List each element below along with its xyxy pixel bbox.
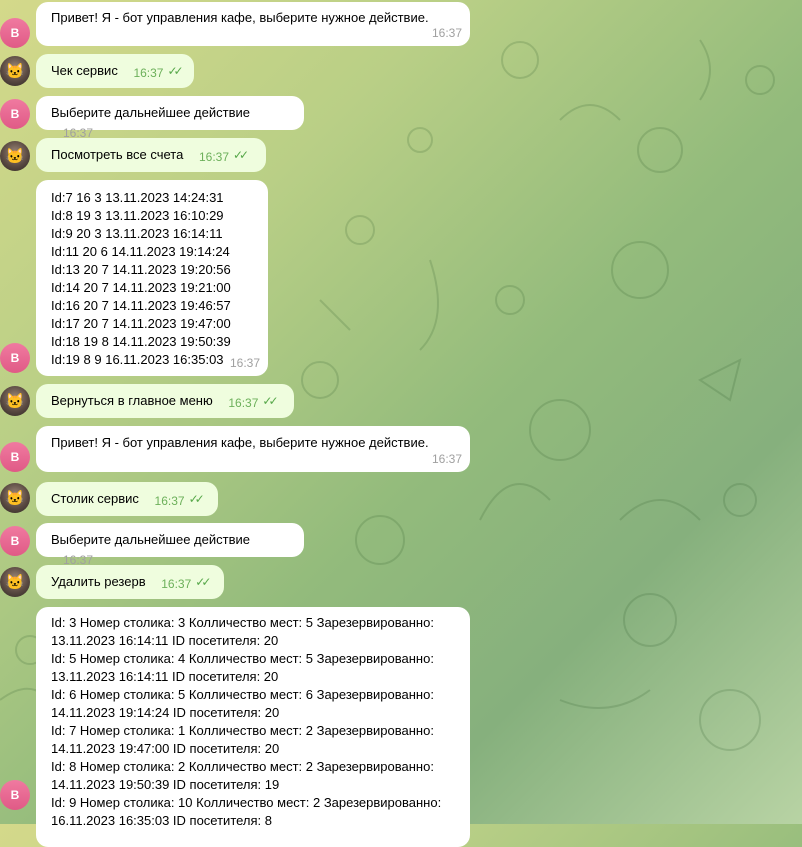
message-time: 16:37 <box>133 66 164 80</box>
message-line: Id:16 20 7 14.11.2023 19:46:57 <box>51 298 231 313</box>
message-line: Id:13 20 7 14.11.2023 19:20:56 <box>51 262 231 277</box>
read-check-icon: ✓✓ <box>262 394 278 408</box>
message-line: Id:8 19 3 13.11.2023 16:10:29 <box>51 208 224 223</box>
message-time: 16:37 <box>198 150 229 164</box>
message-bubble: Id:7 16 3 13.11.2023 14:24:31 Id:8 19 3 … <box>36 180 268 376</box>
message-line: 14.11.2023 19:50:39 ID посетителя: 19 <box>51 777 280 792</box>
message-line: Id:14 20 7 14.11.2023 19:21:00 <box>51 280 231 295</box>
message-time: 16:37 <box>154 494 185 508</box>
message-bubble: Удалить резерв 16:37 ✓✓ <box>36 565 224 599</box>
message-line: 13.11.2023 16:14:11 ID посетителя: 20 <box>51 669 279 684</box>
read-check-icon: ✓✓ <box>188 492 205 506</box>
user-avatar[interactable]: 🐱 <box>0 483 30 513</box>
message-line: Id: 6 Номер столика: 5 Колличество мест:… <box>51 687 434 702</box>
message-bubble: Выберите дальнейшее действие 16:37 <box>36 523 304 567</box>
user-avatar[interactable]: 🐱 <box>0 386 30 416</box>
message-line: Id: 7 Номер столика: 1 Колличество мест:… <box>51 723 434 738</box>
message-line: Id:9 20 3 13.11.2023 16:14:11 <box>51 226 223 241</box>
message-line: Id: 3 Номер столика: 3 Колличество мест:… <box>51 615 434 630</box>
message-text: Посмотреть все счета <box>51 147 184 162</box>
message-line: Id: 8 Номер столика: 2 Колличество мест:… <box>51 759 434 774</box>
message-line: Id:11 20 6 14.11.2023 19:14:24 <box>51 244 230 259</box>
bot-avatar[interactable]: B <box>0 526 30 556</box>
message-text: Удалить резерв <box>51 574 146 589</box>
message-line: Id:17 20 7 14.11.2023 19:47:00 <box>51 316 231 331</box>
bot-avatar[interactable]: B <box>0 18 30 48</box>
bot-avatar[interactable]: B <box>0 99 30 129</box>
message-line: 13.11.2023 16:14:11 ID посетителя: 20 <box>51 633 279 648</box>
message-bubble: Столик сервис 16:37 ✓✓ <box>36 482 218 516</box>
read-check-icon: ✓✓ <box>167 64 183 78</box>
message-text: Привет! Я - бот управления кафе, выберит… <box>51 435 429 450</box>
message-text: Столик сервис <box>51 491 139 506</box>
message-time: 16:37 <box>228 396 259 410</box>
message-text: Выберите дальнейшее действие <box>51 532 250 547</box>
bot-avatar[interactable]: B <box>0 780 30 810</box>
read-check-icon: ✓✓ <box>233 148 249 162</box>
message-time: 16:37 <box>431 452 462 466</box>
user-avatar[interactable]: 🐱 <box>0 56 30 86</box>
read-check-icon: ✓✓ <box>195 575 211 589</box>
message-bubble: Чек сервис 16:37 ✓✓ <box>36 54 194 88</box>
message-text: Чек сервис <box>51 63 118 78</box>
message-bubble: Привет! Я - бот управления кафе, выберит… <box>36 2 470 46</box>
message-text: Выберите дальнейшее действие <box>51 105 250 120</box>
message-time: 16:37 <box>431 26 462 40</box>
message-bubble: Привет! Я - бот управления кафе, выберит… <box>36 426 470 472</box>
user-avatar[interactable]: 🐱 <box>0 141 30 171</box>
message-bubble: Вернуться в главное меню 16:37 ✓✓ <box>36 384 294 418</box>
message-text: Привет! Я - бот управления кафе, выберит… <box>51 10 429 25</box>
message-bubble: Выберите дальнейшее действие 16:37 <box>36 96 304 140</box>
message-line: 14.11.2023 19:14:24 ID посетителя: 20 <box>51 705 280 720</box>
message-bubble: Id: 3 Номер столика: 3 Колличество мест:… <box>36 607 470 847</box>
message-time: 16:37 <box>229 356 260 370</box>
message-time: 16:37 <box>161 577 192 591</box>
message-line: Id: 9 Номер столика: 10 Колличество мест… <box>51 795 442 810</box>
user-avatar[interactable]: 🐱 <box>0 567 30 597</box>
bot-avatar[interactable]: B <box>0 442 30 472</box>
message-line: Id:7 16 3 13.11.2023 14:24:31 <box>51 190 224 205</box>
bot-avatar[interactable]: B <box>0 343 30 373</box>
message-bubble: Посмотреть все счета 16:37 ✓✓ <box>36 138 266 172</box>
message-text: Вернуться в главное меню <box>51 393 213 408</box>
message-line: 16.11.2023 16:35:03 ID посетителя: 8 <box>51 813 273 828</box>
message-line: 14.11.2023 19:47:00 ID посетителя: 20 <box>51 741 280 756</box>
message-line: Id:19 8 9 16.11.2023 16:35:03 <box>51 352 224 367</box>
message-line: Id: 5 Номер столика: 4 Колличество мест:… <box>51 651 434 666</box>
message-line: Id:18 19 8 14.11.2023 19:50:39 <box>51 334 231 349</box>
